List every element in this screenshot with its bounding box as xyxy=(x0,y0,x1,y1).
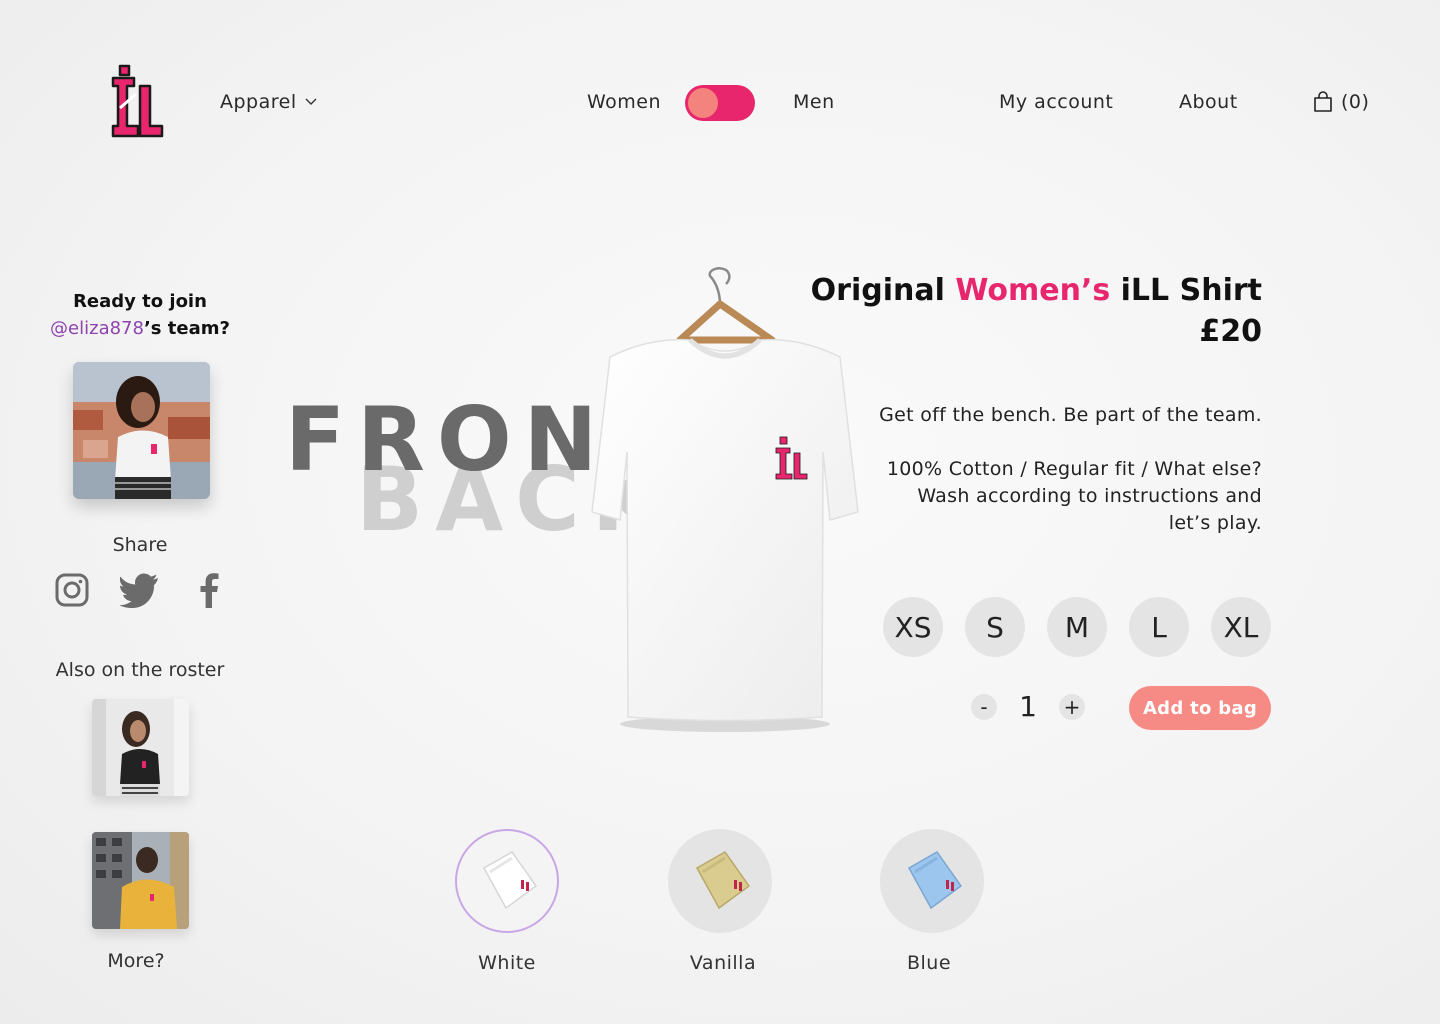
brand-logo[interactable] xyxy=(110,64,170,140)
share-label: Share xyxy=(112,534,168,556)
apparel-label: Apparel xyxy=(220,91,297,113)
roster-photo-image xyxy=(92,699,189,796)
teammate-photo-image xyxy=(73,362,210,499)
product-price: £20 xyxy=(1199,314,1262,349)
size-option-xl[interactable]: XL xyxy=(1211,597,1271,657)
apparel-menu[interactable]: Apparel xyxy=(220,91,317,113)
swatch-label-vanilla: Vanilla xyxy=(689,952,757,974)
size-option-xs[interactable]: XS xyxy=(883,597,943,657)
swatch-label-white: White xyxy=(478,952,536,974)
women-label[interactable]: Women xyxy=(587,91,661,113)
size-option-s[interactable]: S xyxy=(965,597,1025,657)
facebook-icon[interactable] xyxy=(195,572,223,608)
chevron-down-icon xyxy=(305,98,317,105)
folded-shirt-white xyxy=(482,851,538,910)
cart-button[interactable]: (0) xyxy=(1312,91,1369,113)
cart-count: (0) xyxy=(1341,91,1370,113)
twitter-icon[interactable] xyxy=(120,572,160,608)
more-roster-link[interactable]: More? xyxy=(40,950,232,972)
my-account-link[interactable]: My account xyxy=(999,91,1113,113)
toggle-knob xyxy=(688,88,718,118)
shopping-bag-icon xyxy=(1314,91,1332,112)
color-swatch-vanilla[interactable] xyxy=(668,829,772,933)
folded-shirt-vanilla xyxy=(695,851,751,910)
color-swatch-white[interactable] xyxy=(455,829,559,933)
product-title: Original Women’s iLL Shirt £20 xyxy=(760,270,1262,352)
size-option-m[interactable]: M xyxy=(1047,597,1107,657)
ready-line: Ready to join xyxy=(73,291,207,312)
color-swatch-blue[interactable] xyxy=(880,829,984,933)
gender-toggle[interactable] xyxy=(685,85,755,121)
quantity-increase-button[interactable]: + xyxy=(1059,694,1085,720)
swatch-label-blue: Blue xyxy=(906,952,952,974)
add-to-bag-button[interactable]: Add to bag xyxy=(1129,686,1271,730)
roster-photo[interactable] xyxy=(92,699,189,796)
quantity-value: 1 xyxy=(1019,690,1037,723)
product-details: Wash according to instructions and xyxy=(917,485,1262,507)
product-details: let’s play. xyxy=(1168,512,1262,534)
men-label[interactable]: Men xyxy=(793,91,835,113)
instagram-icon[interactable] xyxy=(54,572,90,608)
team-invite: Ready to join @eliza878’s team? xyxy=(40,288,240,342)
teammate-photo[interactable] xyxy=(73,362,210,499)
team-question: ’s team? xyxy=(143,318,230,339)
product-details: 100% Cotton / Regular fit / What else? xyxy=(886,458,1262,480)
folded-shirt-blue xyxy=(907,851,963,910)
title-suffix: iLL Shirt xyxy=(1110,273,1262,308)
title-prefix: Original xyxy=(810,273,956,308)
size-option-l[interactable]: L xyxy=(1129,597,1189,657)
user-handle-link[interactable]: @eliza878 xyxy=(50,318,144,339)
product-description: Get off the bench. Be part of the team. … xyxy=(820,402,1262,537)
about-link[interactable]: About xyxy=(1179,91,1238,113)
roster-photo[interactable] xyxy=(92,832,189,929)
title-accent: Women’s xyxy=(955,273,1111,308)
roster-photo-image xyxy=(92,832,189,929)
quantity-decrease-button[interactable]: - xyxy=(971,694,997,720)
product-tagline: Get off the bench. Be part of the team. xyxy=(879,404,1262,426)
roster-label: Also on the roster xyxy=(55,659,225,681)
